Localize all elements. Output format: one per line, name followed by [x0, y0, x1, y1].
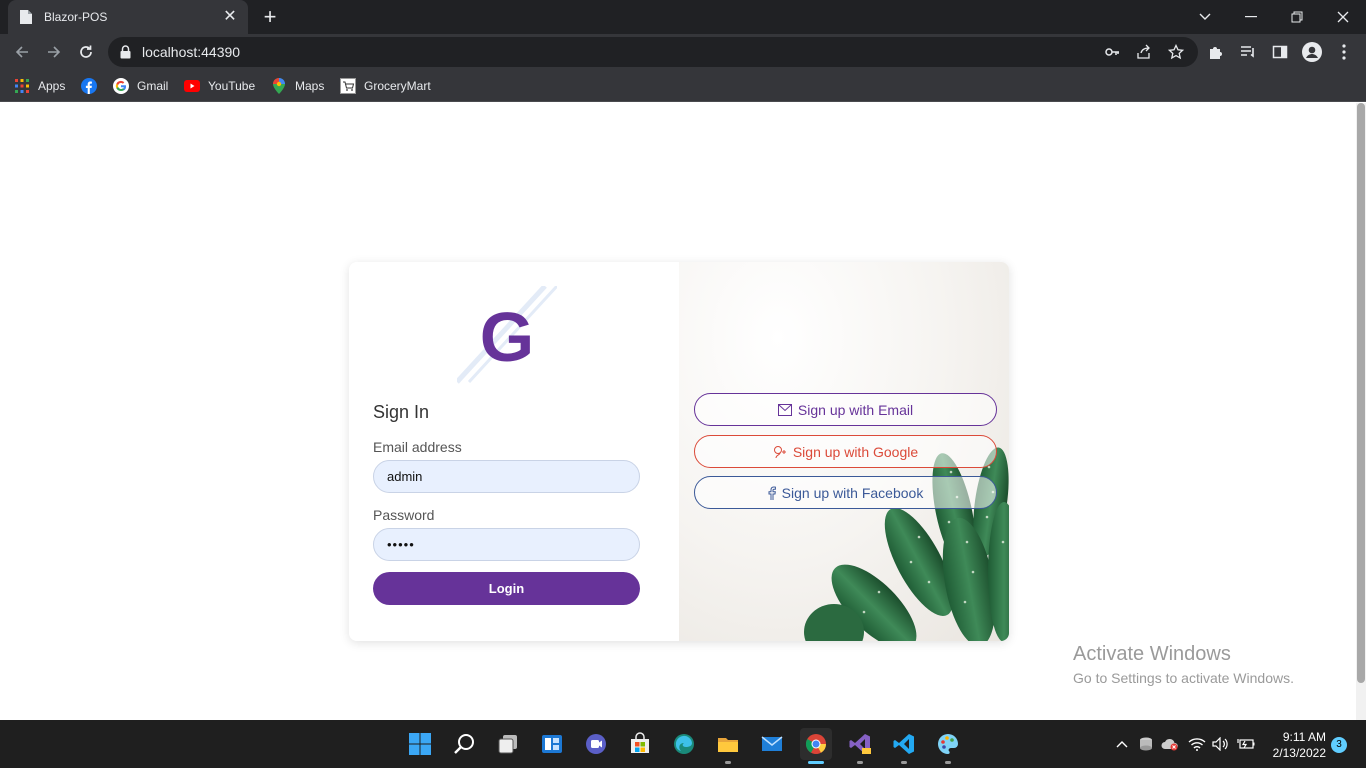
active-indicator — [808, 761, 824, 764]
running-indicator — [857, 761, 863, 764]
onedrive-error-icon[interactable] — [1160, 734, 1180, 754]
youtube-icon — [184, 78, 200, 94]
bookmark-youtube[interactable]: YouTube — [184, 76, 255, 96]
key-icon[interactable] — [1104, 44, 1120, 60]
reading-list-icon[interactable] — [1238, 42, 1258, 62]
chevron-up-icon[interactable] — [1112, 734, 1132, 754]
page-scrollbar[interactable] — [1356, 103, 1366, 720]
clock-date: 2/13/2022 — [1272, 746, 1326, 760]
close-tab-icon[interactable]: ✕ — [222, 9, 238, 25]
signup-facebook-label: Sign up with Facebook — [781, 484, 924, 501]
social-panel: Sign up with Email Sign up with Google S… — [679, 262, 1009, 641]
start-icon[interactable] — [404, 728, 436, 760]
tab-title: Blazor-POS — [44, 10, 108, 24]
reload-button[interactable] — [72, 38, 100, 66]
password-field[interactable] — [373, 528, 640, 561]
cactus-image — [804, 447, 1009, 641]
signin-title: Sign In — [373, 402, 430, 422]
bookmark-label: GroceryMart — [364, 79, 431, 93]
bookmark-label: Gmail — [137, 79, 169, 93]
login-button[interactable]: Login — [373, 572, 640, 605]
signup-email-label: Sign up with Email — [797, 401, 914, 418]
paint-icon[interactable] — [932, 728, 964, 764]
more-menu-icon[interactable] — [1334, 42, 1354, 62]
cart-icon — [340, 78, 356, 94]
store-icon[interactable] — [624, 728, 656, 760]
notification-badge[interactable]: 3 — [1331, 737, 1347, 753]
running-indicator — [901, 761, 907, 764]
search-icon[interactable] — [448, 728, 480, 760]
file-explorer-icon[interactable] — [712, 728, 744, 764]
bookmark-label: Maps — [295, 79, 325, 93]
bookmark-grocerymart[interactable]: GroceryMart — [340, 76, 431, 96]
browser-titlebar: Blazor-POS ✕ + — [0, 0, 1366, 34]
teams-chat-icon[interactable] — [580, 728, 612, 760]
bookmark-apps[interactable]: Apps — [14, 76, 65, 96]
page-favicon-icon — [18, 9, 34, 25]
signup-facebook-button[interactable]: Sign up with Facebook — [694, 476, 997, 509]
signup-google-label: Sign up with Google — [792, 443, 919, 460]
minimize-button[interactable] — [1228, 0, 1274, 34]
scrollbar-thumb[interactable] — [1357, 103, 1365, 683]
share-icon[interactable] — [1136, 44, 1152, 60]
facebook-f-icon — [768, 485, 776, 500]
edge-icon[interactable] — [668, 728, 700, 760]
browser-tab[interactable]: Blazor-POS ✕ — [8, 0, 248, 34]
visual-studio-icon[interactable] — [844, 728, 876, 764]
bookmark-gmail[interactable]: Gmail — [113, 76, 168, 96]
storage-app-tray-icon[interactable] — [1136, 734, 1156, 754]
bookmark-maps[interactable]: Maps — [271, 76, 324, 96]
url-text[interactable]: localhost:44390 — [142, 44, 240, 60]
running-indicator — [725, 761, 731, 764]
activate-windows-title: Activate Windows — [1073, 643, 1231, 665]
profile-avatar-icon[interactable] — [1302, 42, 1322, 62]
apps-grid-icon — [14, 78, 30, 94]
bookmark-facebook[interactable] — [81, 76, 105, 96]
browser-toolbar: localhost:44390 — [0, 34, 1366, 70]
activate-windows-subtitle: Go to Settings to activate Windows. — [1073, 670, 1294, 686]
address-bar[interactable]: localhost:44390 — [108, 37, 1198, 67]
mail-icon[interactable] — [756, 728, 788, 760]
running-indicator — [945, 761, 951, 764]
volume-icon[interactable] — [1211, 734, 1231, 754]
tab-search-chevron-down-icon[interactable] — [1182, 0, 1228, 34]
signup-google-button[interactable]: Sign up with Google — [694, 435, 997, 468]
battery-charging-icon[interactable] — [1236, 734, 1256, 754]
maps-pin-icon — [271, 78, 287, 94]
facebook-icon — [81, 78, 97, 94]
login-form-panel: G Sign In Email address Password Login — [349, 262, 679, 641]
google-g-icon — [113, 78, 129, 94]
back-button[interactable] — [8, 38, 36, 66]
chrome-icon[interactable] — [800, 728, 832, 764]
envelope-icon — [777, 403, 792, 416]
extensions-puzzle-icon[interactable] — [1206, 42, 1226, 62]
lock-icon[interactable] — [120, 45, 131, 64]
vscode-icon[interactable] — [888, 728, 920, 764]
clock-time: 9:11 AM — [1282, 730, 1326, 744]
windows-taskbar: 9:11 AM 2/13/2022 3 — [0, 720, 1366, 768]
wifi-icon[interactable] — [1187, 734, 1207, 754]
bookmark-star-icon[interactable] — [1167, 43, 1185, 60]
signup-email-button[interactable]: Sign up with Email — [694, 393, 997, 426]
svg-text:G: G — [480, 298, 534, 376]
bookmarks-bar: Apps Gmail YouTube Maps GroceryMart — [0, 70, 1366, 102]
forward-button[interactable] — [40, 38, 68, 66]
bookmark-label: YouTube — [208, 79, 256, 93]
system-clock[interactable]: 9:11 AM 2/13/2022 — [1262, 729, 1326, 761]
close-window-button[interactable] — [1320, 0, 1366, 34]
task-view-icon[interactable] — [492, 728, 524, 760]
restore-button[interactable] — [1274, 0, 1320, 34]
app-logo: G — [457, 286, 557, 384]
google-plus-icon — [773, 445, 787, 459]
side-panel-icon[interactable] — [1270, 42, 1290, 62]
email-field[interactable] — [373, 460, 640, 493]
login-card: G Sign In Email address Password Login — [349, 262, 1009, 641]
email-label: Email address — [373, 439, 462, 455]
activate-windows-watermark: Activate Windows Go to Settings to activ… — [1073, 643, 1294, 686]
page-viewport: G Sign In Email address Password Login — [0, 103, 1366, 720]
new-tab-button[interactable]: + — [258, 5, 282, 29]
password-label: Password — [373, 507, 435, 523]
widgets-icon[interactable] — [536, 728, 568, 760]
bookmark-label: Apps — [38, 79, 66, 93]
